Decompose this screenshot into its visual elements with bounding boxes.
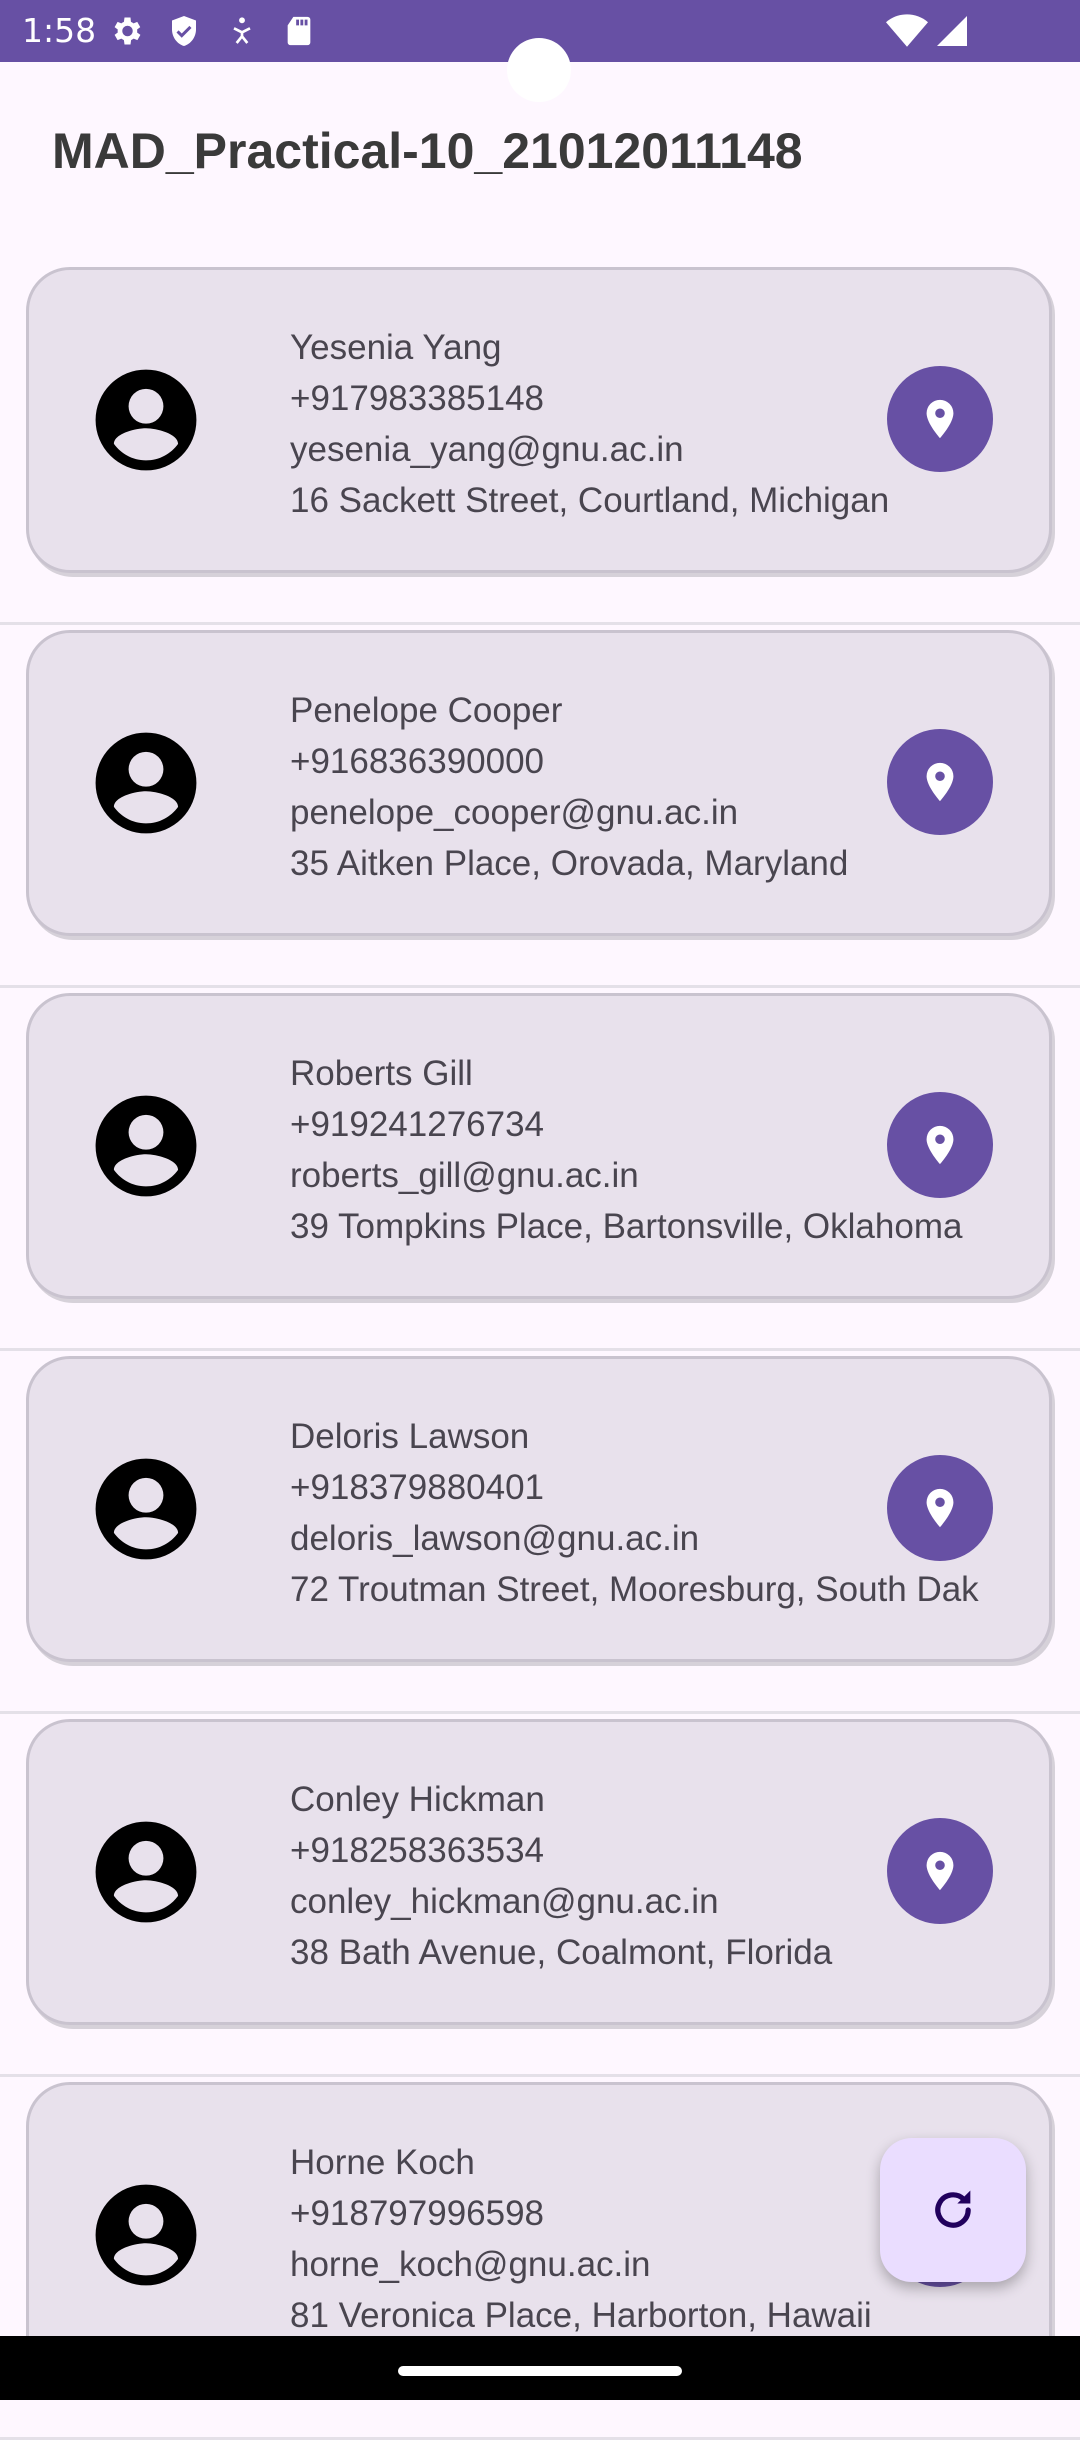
location-pin-icon — [926, 1851, 954, 1891]
contact-address: 72 Troutman Street, Mooresburg, South Da… — [290, 1570, 979, 1609]
contact-address: 38 Bath Avenue, Coalmont, Florida — [290, 1933, 833, 1972]
list-item: Roberts Gill +919241276734 roberts_gill@… — [0, 988, 1080, 1351]
refresh-fab[interactable] — [880, 2138, 1026, 2282]
location-button[interactable] — [887, 729, 993, 835]
account-circle-icon — [95, 1095, 197, 1197]
account-circle-icon — [95, 2184, 197, 2286]
contact-address: 81 Veronica Place, Harborton, Hawaii — [290, 2296, 872, 2335]
accessibility-icon — [233, 17, 251, 44]
location-button[interactable] — [887, 366, 993, 472]
status-time: 1:58 — [22, 11, 97, 50]
location-button[interactable] — [887, 1092, 993, 1198]
contact-card[interactable]: Yesenia Yang +917983385148 yesenia_yang@… — [26, 267, 1052, 573]
refresh-icon — [935, 2190, 971, 2228]
list-item: Penelope Cooper +916836390000 penelope_c… — [0, 625, 1080, 988]
contact-name: Penelope Cooper — [290, 691, 563, 730]
contact-card[interactable]: Conley Hickman +918258363534 conley_hick… — [26, 1719, 1052, 2025]
app-title: MAD_Practical-10_21012011148 — [52, 123, 803, 179]
navigation-bar — [0, 2336, 1080, 2400]
account-circle-icon — [95, 1458, 197, 1560]
account-circle-icon — [95, 1821, 197, 1923]
contact-card[interactable]: Penelope Cooper +916836390000 penelope_c… — [26, 630, 1052, 936]
contact-name: Roberts Gill — [290, 1054, 473, 1093]
account-circle-icon — [95, 732, 197, 834]
location-button[interactable] — [887, 1455, 993, 1561]
list-item: Conley Hickman +918258363534 conley_hick… — [0, 1714, 1080, 2077]
sd-card-icon — [287, 16, 311, 46]
signal-icon — [937, 16, 967, 46]
list-item: Yesenia Yang +917983385148 yesenia_yang@… — [0, 262, 1080, 625]
settings-icon — [114, 17, 141, 45]
account-circle-icon — [95, 369, 197, 471]
contact-card[interactable]: Deloris Lawson +918379880401 deloris_law… — [26, 1356, 1052, 1662]
location-pin-icon — [926, 762, 954, 802]
contact-list[interactable]: Yesenia Yang +917983385148 yesenia_yang@… — [0, 262, 1080, 2440]
wifi-icon — [886, 14, 928, 47]
contact-address: 16 Sackett Street, Courtland, Michigan — [290, 481, 890, 520]
contact-name: Deloris Lawson — [290, 1417, 530, 1456]
shield-icon — [172, 16, 196, 46]
contact-address: 39 Tompkins Place, Bartonsville, Oklahom… — [290, 1207, 963, 1246]
home-gesture-handle[interactable] — [398, 2366, 682, 2376]
contact-name: Yesenia Yang — [290, 328, 502, 367]
location-pin-icon — [926, 399, 954, 439]
location-pin-icon — [926, 1488, 954, 1528]
list-item: Deloris Lawson +918379880401 deloris_law… — [0, 1351, 1080, 1714]
contact-card[interactable]: Roberts Gill +919241276734 roberts_gill@… — [26, 993, 1052, 1299]
location-pin-icon — [926, 1125, 954, 1165]
contact-name: Conley Hickman — [290, 1780, 545, 1819]
camera-cutout — [507, 38, 571, 102]
location-button[interactable] — [887, 1818, 993, 1924]
contact-address: 35 Aitken Place, Orovada, Maryland — [290, 844, 849, 883]
